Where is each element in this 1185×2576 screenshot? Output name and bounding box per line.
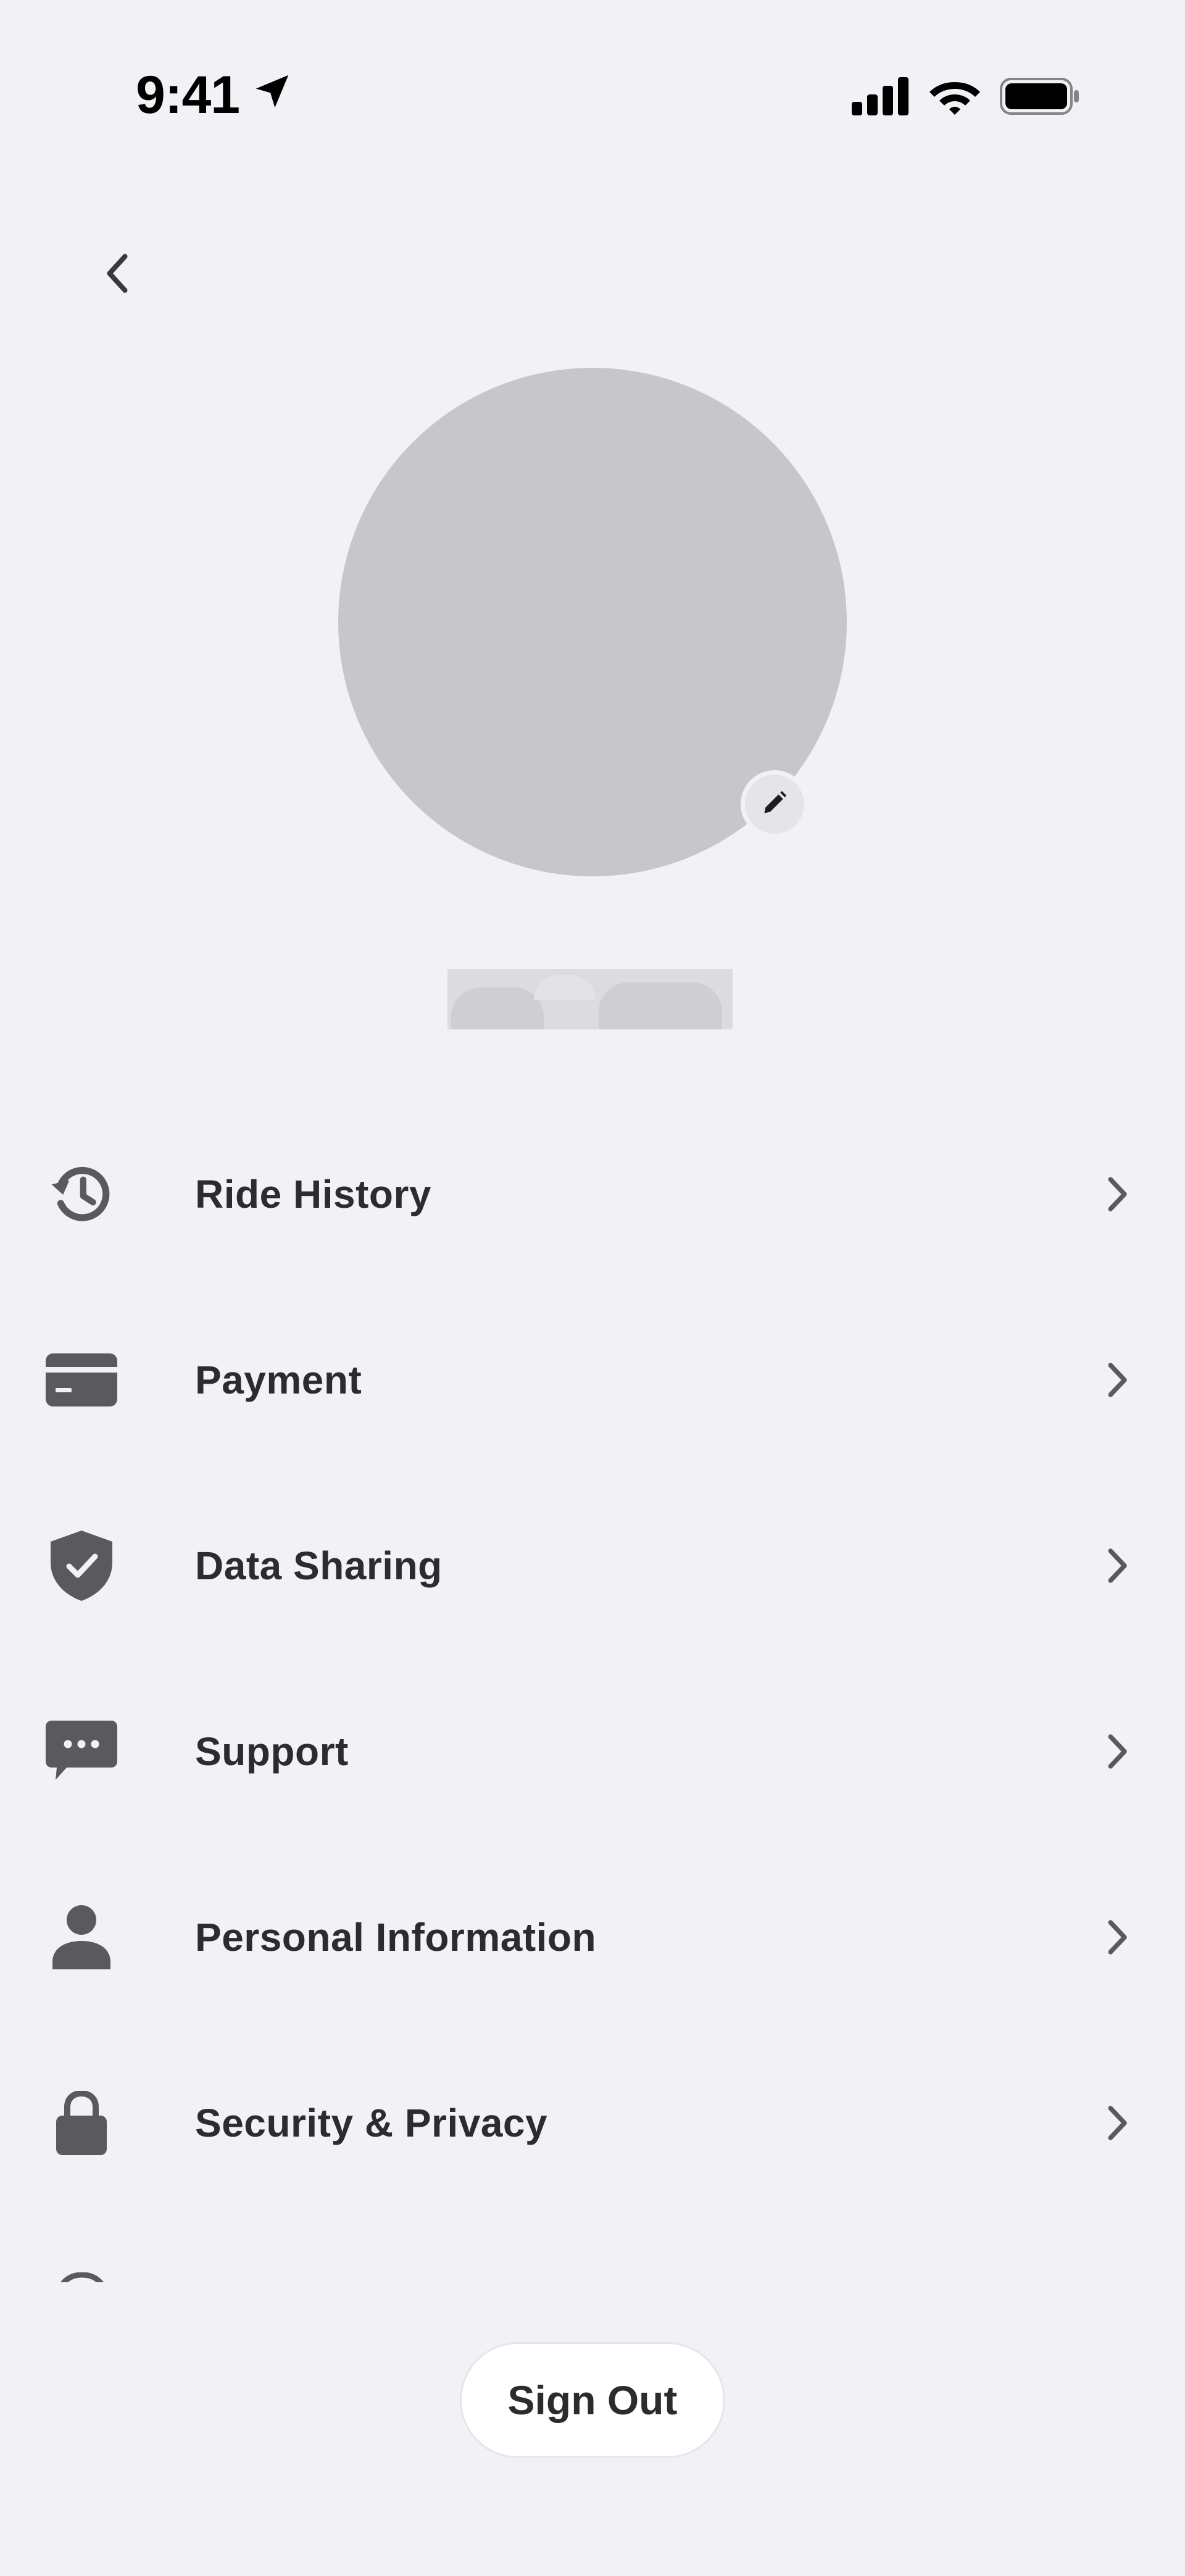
history-icon <box>44 1157 118 1231</box>
menu-item-personal-information[interactable]: Personal Information <box>0 1844 1185 2030</box>
partial-menu-icon <box>54 2272 110 2282</box>
menu-item-payment[interactable]: Payment <box>0 1287 1185 1473</box>
chevron-right-icon <box>1092 1541 1142 1590</box>
chevron-right-icon <box>1092 1170 1142 1219</box>
chevron-right-icon <box>1092 2098 1142 2148</box>
battery-icon <box>1000 77 1080 119</box>
chevron-left-icon <box>99 252 136 298</box>
cellular-signal-icon <box>852 77 910 118</box>
edit-avatar-button[interactable] <box>741 770 809 838</box>
pencil-icon <box>761 789 788 820</box>
person-icon <box>44 1900 118 1974</box>
chat-bubble-icon <box>44 1714 118 1789</box>
menu-item-label: Data Sharing <box>195 1543 443 1588</box>
menu-item-security-privacy[interactable]: Security & Privacy <box>0 2030 1185 2216</box>
menu-item-label: Support <box>195 1729 349 1774</box>
status-bar-time: 9:41 <box>136 64 294 126</box>
back-button[interactable] <box>86 244 148 305</box>
menu-item-data-sharing[interactable]: Data Sharing <box>0 1473 1185 1658</box>
profile-menu: Ride History Payment Data Sharing Suppor… <box>0 1101 1185 2216</box>
menu-item-label: Ride History <box>195 1171 431 1216</box>
wifi-icon <box>928 77 981 118</box>
menu-item-label: Payment <box>195 1357 362 1402</box>
sign-out-button[interactable]: Sign Out <box>460 2342 725 2458</box>
status-time-text: 9:41 <box>136 65 240 125</box>
shield-check-icon <box>44 1529 118 1603</box>
menu-item-label: Personal Information <box>195 1914 597 1959</box>
menu-item-ride-history[interactable]: Ride History <box>0 1101 1185 1287</box>
chevron-right-icon <box>1092 1355 1142 1405</box>
location-arrow-icon <box>251 65 294 126</box>
credit-card-icon <box>44 1343 118 1417</box>
menu-item-label: Security & Privacy <box>195 2100 548 2145</box>
user-name-placeholder <box>447 969 733 1029</box>
status-bar-indicators <box>852 67 1080 128</box>
chevron-right-icon <box>1092 1913 1142 1962</box>
menu-item-support[interactable]: Support <box>0 1658 1185 1844</box>
profile-screen: 9:41 Ride History Payment Data Sharing S… <box>0 0 1185 2576</box>
chevron-right-icon <box>1092 1727 1142 1776</box>
lock-icon <box>44 2086 118 2160</box>
